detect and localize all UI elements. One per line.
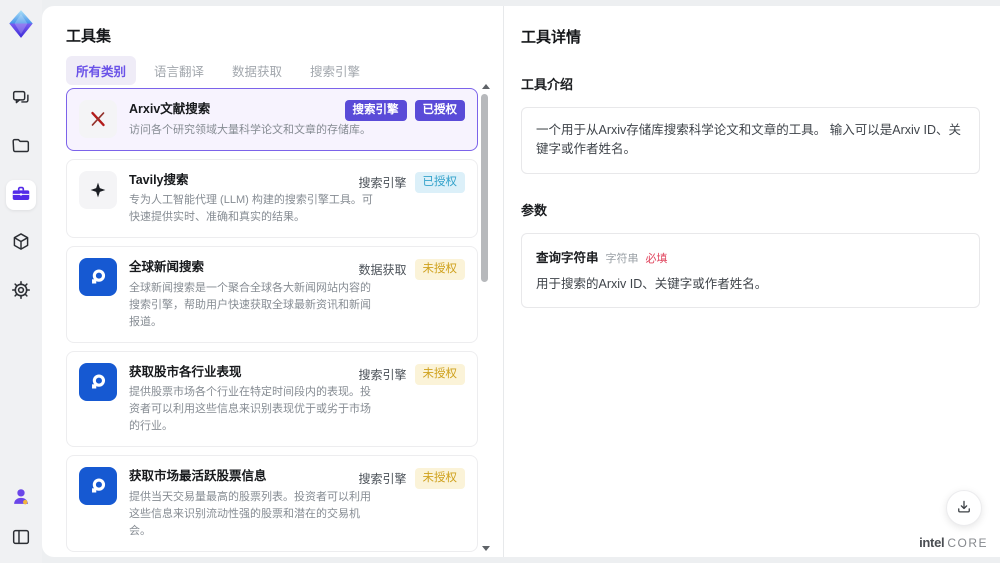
param-type: 字符串 xyxy=(605,252,639,265)
tool-desc: 提供当天交易量最高的股票列表。投资者可以利用这些信息来识别流动性强的股票和潜在的… xyxy=(129,490,371,538)
core-wordmark: CORE xyxy=(947,536,988,550)
tool-card-tavily[interactable]: Tavily搜索 专为人工智能代理 (LLM) 构建的搜索引擎工具。可快速提供实… xyxy=(66,158,478,239)
gear-icon xyxy=(10,279,32,304)
param-name: 查询字符串 xyxy=(536,250,599,265)
scrollbar-thumb[interactable] xyxy=(481,94,488,282)
folder-icon xyxy=(10,135,32,160)
category-tabs: 所有类别 语言翻译 数据获取 搜索引擎 xyxy=(66,56,370,85)
search-logo-icon xyxy=(79,362,117,401)
search-logo-icon xyxy=(79,467,117,506)
detail-title: 工具详情 xyxy=(521,29,582,46)
download-button[interactable] xyxy=(946,490,982,526)
search-logo-icon xyxy=(79,258,117,297)
page-title: 工具集 xyxy=(66,28,112,45)
category-label: 搜索引擎 xyxy=(358,175,407,190)
status-badge: 已授权 xyxy=(414,100,465,121)
sidebar-item-tools[interactable] xyxy=(6,180,36,210)
tab-search-engine[interactable]: 搜索引擎 xyxy=(300,56,370,85)
tool-list: Arxiv文献搜索 访问各个研究领域大量科学论文和文章的存储库。 搜索引擎 已授… xyxy=(66,88,478,557)
tool-card-arxiv[interactable]: Arxiv文献搜索 访问各个研究领域大量科学论文和文章的存储库。 搜索引擎 已授… xyxy=(66,88,478,151)
sidebar-nav xyxy=(6,84,36,306)
briefcase-icon xyxy=(10,183,32,208)
category-label: 搜索引擎 xyxy=(358,367,407,382)
param-desc: 用于搜索的Arxiv ID、关键字或作者姓名。 xyxy=(536,276,768,291)
tools-panel: 工具集 所有类别 语言翻译 数据获取 搜索引擎 Arxiv文献搜索 访问各个研究… xyxy=(42,6,503,557)
status-badge: 未授权 xyxy=(414,363,465,385)
sparkle-icon xyxy=(79,170,117,209)
tool-card-global-news[interactable]: 全球新闻搜索 全球新闻搜索是一个聚合全球各大新闻网站内容的搜索引擎，帮助用户快速… xyxy=(66,246,478,343)
main-surface: 工具集 所有类别 语言翻译 数据获取 搜索引擎 Arxiv文献搜索 访问各个研究… xyxy=(42,6,1000,557)
cube-icon xyxy=(10,231,32,256)
scroll-up-arrow-icon[interactable] xyxy=(482,84,490,89)
sidebar xyxy=(0,0,42,563)
intel-core-logo: intel CORE xyxy=(919,535,988,550)
tab-all-categories[interactable]: 所有类别 xyxy=(66,56,137,85)
user-avatar-icon xyxy=(10,486,32,511)
tool-desc: 全球新闻搜索是一个聚合全球各大新闻网站内容的搜索引擎，帮助用户快速获取全球最新资… xyxy=(129,281,371,328)
category-badge: 搜索引擎 xyxy=(344,100,407,121)
sidebar-item-chat[interactable] xyxy=(6,84,36,114)
tool-card-sector-performance[interactable]: 获取股市各行业表现 提供股票市场各个行业在特定时间段内的表现。投资者可以利用这些… xyxy=(66,350,478,448)
tool-card-active-stocks[interactable]: 获取市场最活跃股票信息 提供当天交易量最高的股票列表。投资者可以利用这些信息来识… xyxy=(66,455,478,553)
tool-desc: 访问各个研究领域大量科学论文和文章的存储库。 xyxy=(129,123,371,136)
download-icon xyxy=(955,498,973,519)
tab-data-fetch[interactable]: 数据获取 xyxy=(222,56,292,85)
scroll-down-arrow-icon[interactable] xyxy=(482,546,490,551)
sidebar-item-settings[interactable] xyxy=(6,276,36,306)
tab-language-translation[interactable]: 语言翻译 xyxy=(144,56,214,85)
tool-intro-box: 一个用于从Arxiv存储库搜索科学论文和文章的工具。 输入可以是Arxiv ID… xyxy=(521,107,980,174)
tool-desc: 专为人工智能代理 (LLM) 构建的搜索引擎工具。可快速提供实时、准确和真实的结… xyxy=(129,194,373,224)
user-avatar[interactable] xyxy=(6,483,36,513)
intel-wordmark: intel xyxy=(919,535,945,550)
tool-detail-panel: 工具详情 工具介绍 一个用于从Arxiv存储库搜索科学论文和文章的工具。 输入可… xyxy=(503,6,1000,557)
status-badge: 未授权 xyxy=(414,259,465,281)
app-logo-icon[interactable] xyxy=(5,8,37,40)
sidebar-item-models[interactable] xyxy=(6,228,36,258)
scrollbar[interactable] xyxy=(481,84,490,551)
chat-icon xyxy=(10,87,32,112)
params-section-title: 参数 xyxy=(521,202,548,218)
tool-desc: 提供股票市场各个行业在特定时间段内的表现。投资者可以利用这些信息来识别表现优于或… xyxy=(129,386,371,433)
collapse-sidebar-button[interactable] xyxy=(6,523,36,553)
sidebar-item-files[interactable] xyxy=(6,132,36,162)
category-label: 数据获取 xyxy=(358,263,407,278)
intro-section-title: 工具介绍 xyxy=(521,77,574,92)
status-badge: 已授权 xyxy=(414,171,465,193)
param-box: 查询字符串 字符串 必填 用于搜索的Arxiv ID、关键字或作者姓名。 xyxy=(521,232,980,309)
arxiv-icon xyxy=(79,100,117,138)
param-required-flag: 必填 xyxy=(645,252,668,265)
collapse-panel-icon xyxy=(10,526,32,551)
tool-intro-text: 一个用于从Arxiv存储库搜索科学论文和文章的工具。 输入可以是Arxiv ID… xyxy=(536,123,962,157)
status-badge: 未授权 xyxy=(414,468,465,490)
category-label: 搜索引擎 xyxy=(358,472,407,487)
